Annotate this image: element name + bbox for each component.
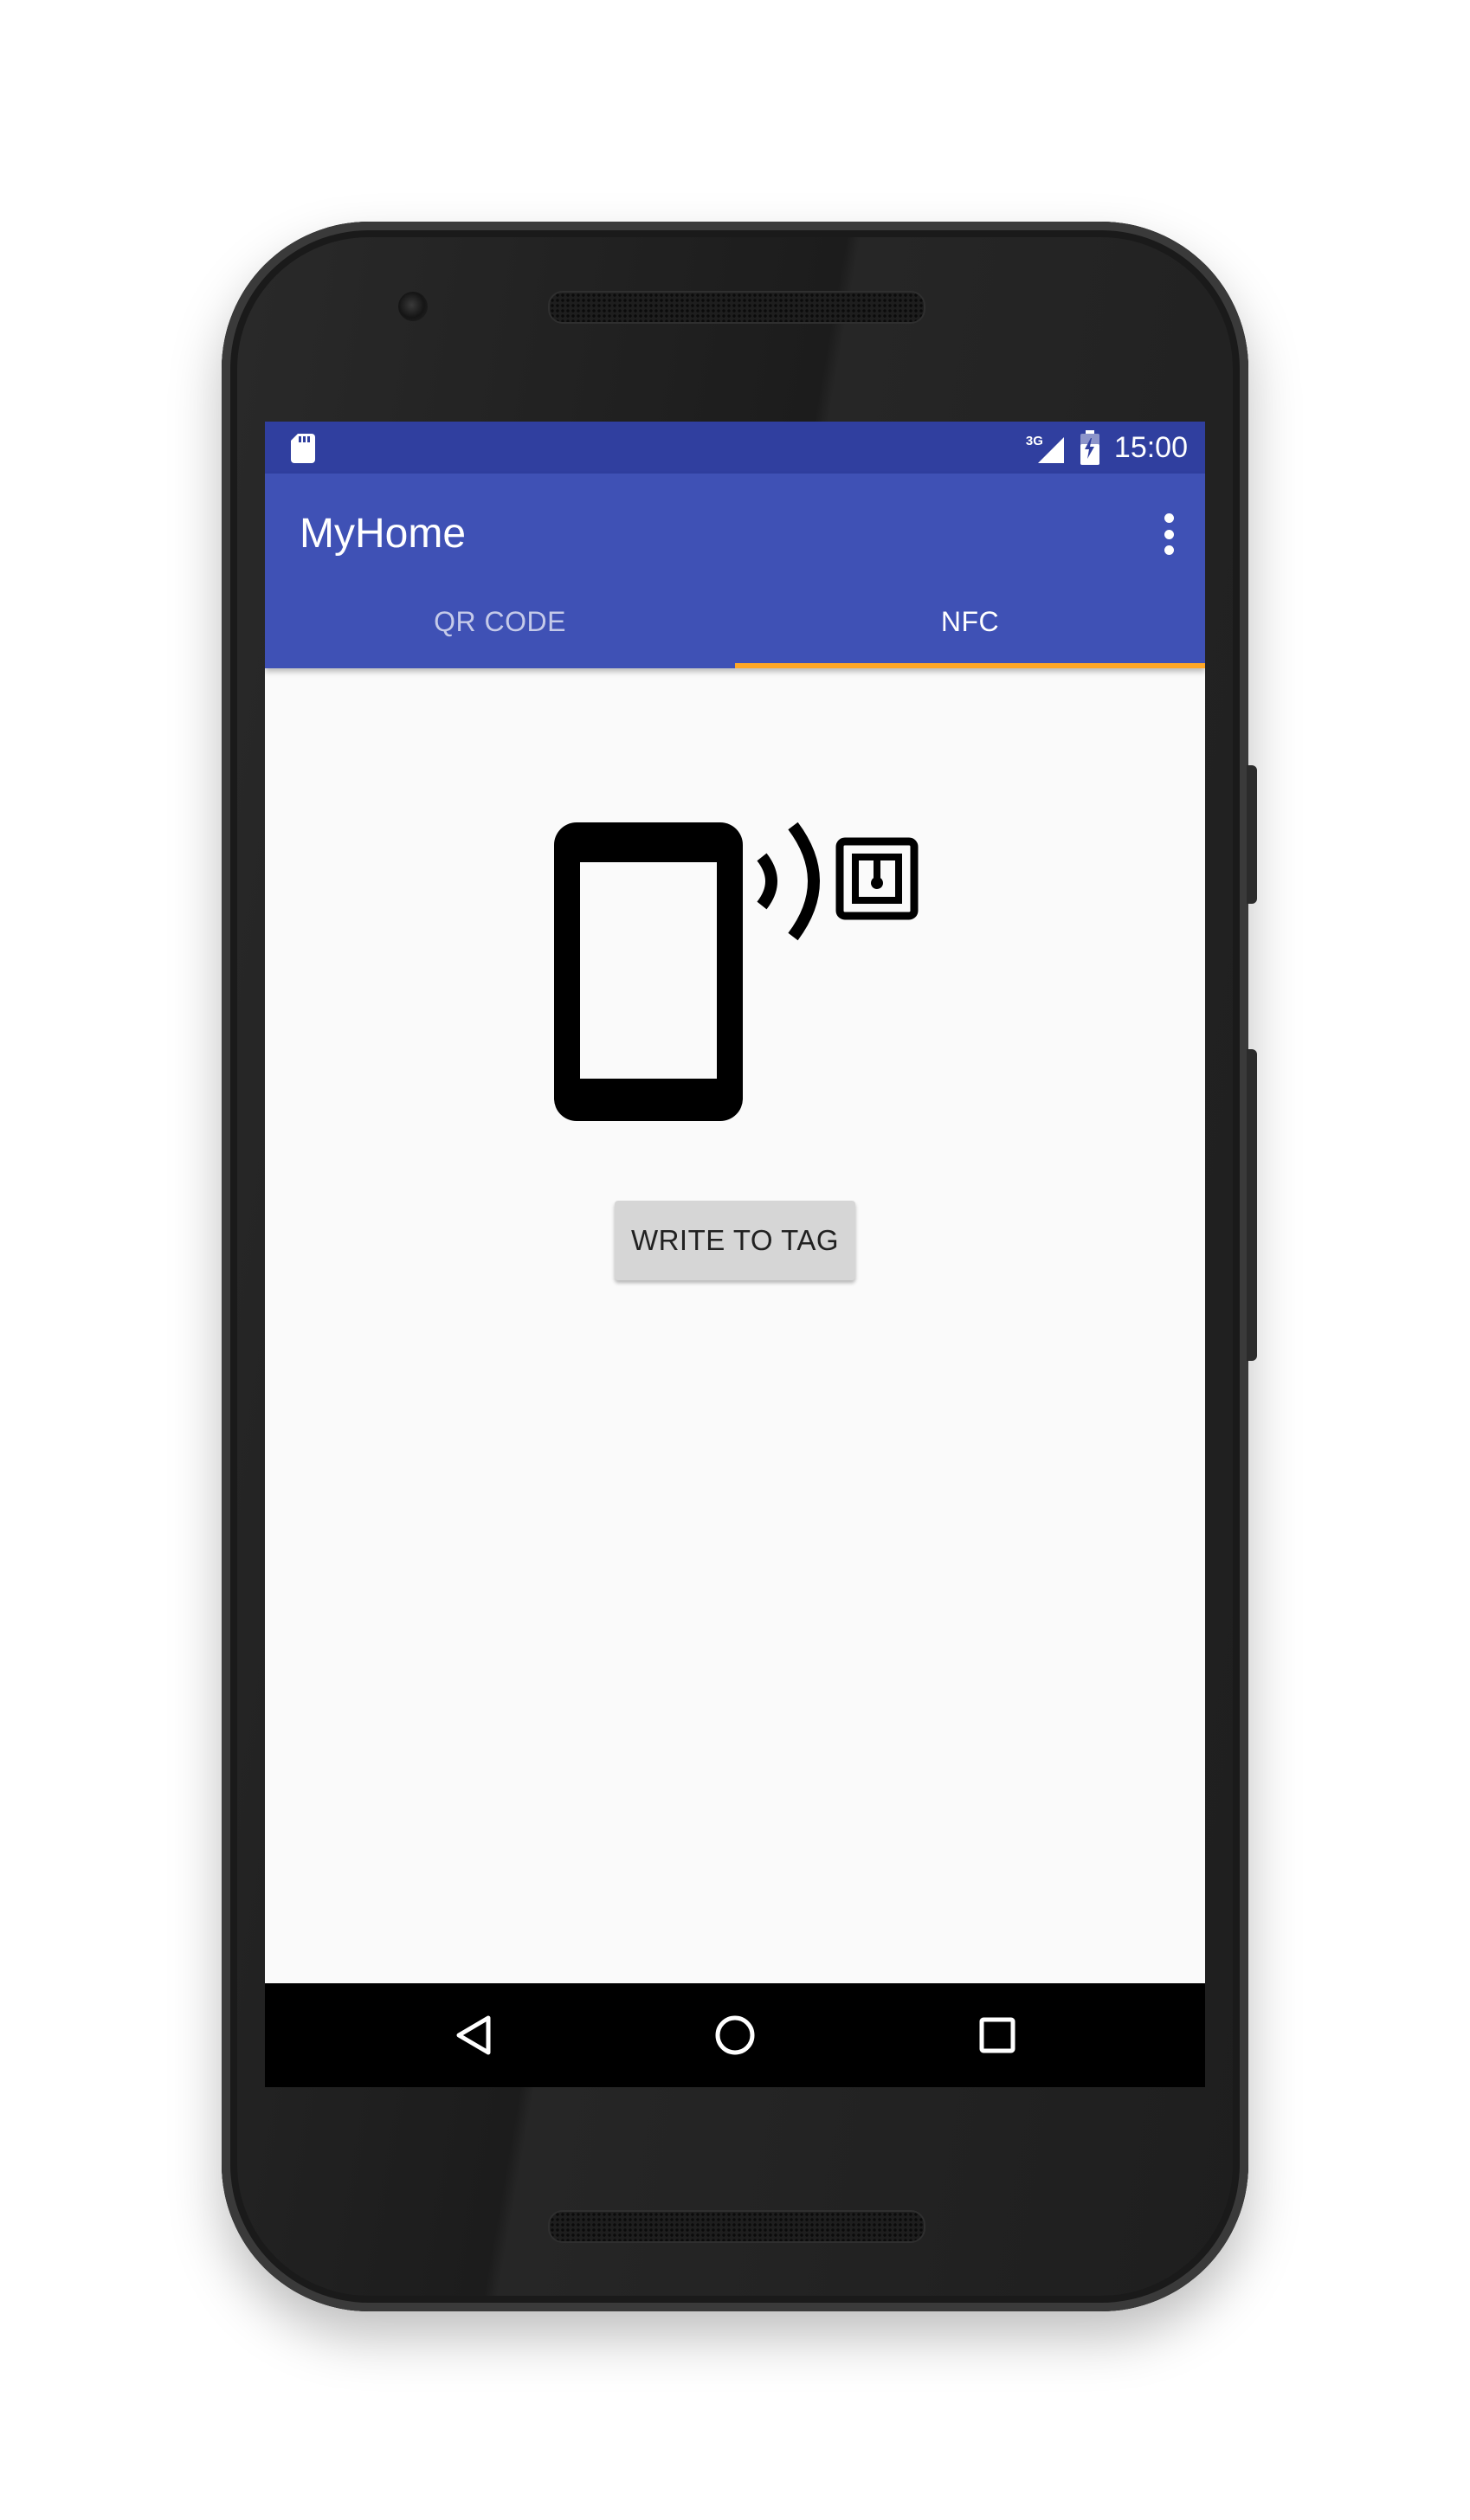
menu-dot xyxy=(1164,545,1174,555)
power-button xyxy=(1247,765,1257,904)
tab-label: NFC xyxy=(940,605,1000,637)
write-to-tag-button[interactable]: WRITE TO TAG xyxy=(615,1201,855,1280)
recents-icon[interactable] xyxy=(971,2009,1023,2061)
app-bar: MyHome QR CODE NFC xyxy=(265,474,1205,668)
status-clock: 15:00 xyxy=(1113,430,1188,464)
status-bar: 3G 15:00 xyxy=(265,422,1205,474)
front-camera xyxy=(398,292,428,321)
tab-label: QR CODE xyxy=(434,605,566,637)
status-right: 3G 15:00 xyxy=(1026,422,1188,474)
bottom-speaker xyxy=(548,2210,925,2243)
tab-indicator xyxy=(735,663,1205,668)
menu-dot xyxy=(1164,513,1174,523)
battery-icon xyxy=(1080,430,1099,465)
volume-button xyxy=(1247,1049,1257,1361)
back-icon[interactable] xyxy=(447,2009,499,2061)
menu-dot xyxy=(1164,529,1174,539)
screen: 3G 15:00 MyHome QR CODE NFC WRITE TO TAG xyxy=(265,422,1205,2087)
sd-card-icon xyxy=(291,434,315,463)
signal-icon xyxy=(1037,437,1064,463)
navigation-bar xyxy=(265,1983,1205,2087)
nfc-phone-tag-icon xyxy=(554,822,919,1121)
overflow-menu-icon[interactable] xyxy=(1158,508,1179,560)
tab-nfc[interactable]: NFC xyxy=(735,575,1205,668)
top-speaker xyxy=(548,291,925,324)
tab-bar: QR CODE NFC xyxy=(265,575,1205,668)
tab-qr-code[interactable]: QR CODE xyxy=(265,575,735,668)
app-title: MyHome xyxy=(300,511,467,557)
signal-indicator: 3G xyxy=(1026,429,1066,467)
home-icon[interactable] xyxy=(709,2009,761,2061)
